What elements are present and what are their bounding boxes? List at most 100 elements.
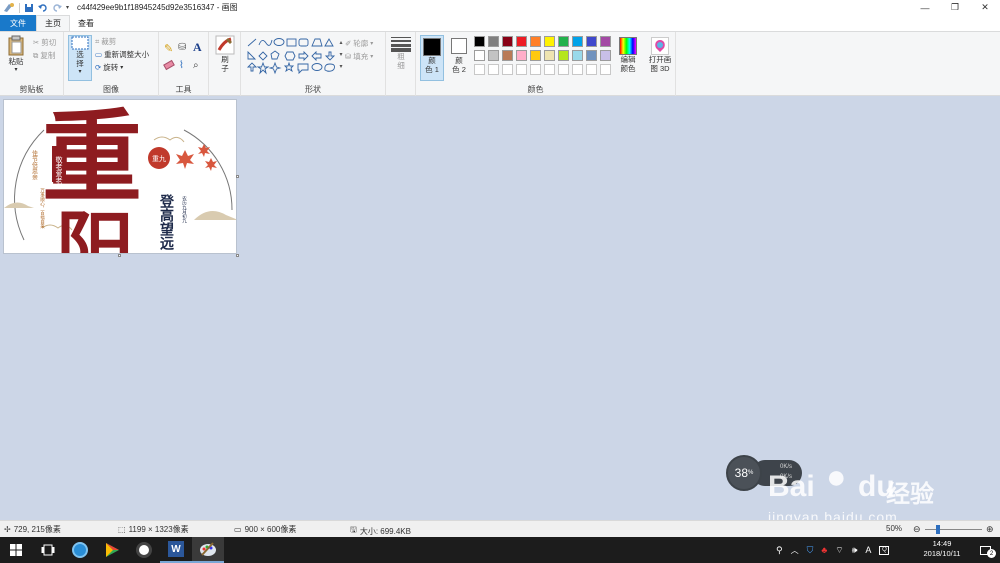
magnifier-tool[interactable]: ⌕ bbox=[193, 60, 199, 71]
start-button[interactable] bbox=[0, 537, 32, 563]
shapes-scroll[interactable]: ▴ ▾ ▾ bbox=[338, 37, 344, 77]
taskbar-app-chrome[interactable] bbox=[128, 537, 160, 563]
taskbar-clock[interactable]: 14:49 2018/10/11 bbox=[912, 539, 972, 559]
select-button[interactable]: 选 择 ▾ bbox=[68, 35, 92, 81]
taskbar-app-player[interactable] bbox=[96, 537, 128, 563]
zoom-slider-thumb[interactable] bbox=[936, 525, 940, 534]
canvas-image[interactable]: 重 阳 敬老爱老 重九 佳节倍思亲 万事顺心，百福自来 登高望远 农历九月初九 bbox=[3, 99, 237, 254]
palette-swatch[interactable] bbox=[586, 36, 597, 47]
security-shield-icon[interactable]: ⛉ bbox=[807, 545, 814, 556]
crop-button[interactable]: ⌗ 裁剪 bbox=[95, 36, 116, 47]
brushes-button[interactable]: 刷 子 bbox=[213, 35, 237, 73]
outline-dropdown-icon: ▾ bbox=[370, 41, 374, 47]
palette-swatch[interactable] bbox=[544, 64, 555, 75]
task-view-button[interactable] bbox=[32, 537, 64, 563]
palette-swatch[interactable] bbox=[600, 64, 611, 75]
taskbar-app-paint[interactable] bbox=[192, 537, 224, 563]
palette-swatch[interactable] bbox=[516, 36, 527, 47]
palette-swatch[interactable] bbox=[474, 50, 485, 61]
volume-icon[interactable]: 🕪 bbox=[852, 545, 858, 556]
fill-button[interactable]: ⛁ 填充 ▾ bbox=[345, 51, 373, 62]
palette-swatch[interactable] bbox=[502, 50, 513, 61]
palette-swatch[interactable] bbox=[572, 36, 583, 47]
palette-swatch[interactable] bbox=[474, 36, 485, 47]
zoom-slider[interactable] bbox=[925, 525, 982, 534]
color-picker-tool[interactable]: ⌇ bbox=[179, 60, 184, 71]
cut-button[interactable]: ✂ 剪切 bbox=[33, 37, 56, 48]
tab-file[interactable]: 文件 bbox=[0, 15, 36, 31]
undo-icon[interactable] bbox=[38, 2, 48, 14]
eraser-icon bbox=[163, 59, 175, 71]
taskbar-app-browser[interactable] bbox=[64, 537, 96, 563]
redo-icon[interactable] bbox=[52, 2, 62, 14]
paint-app-icon[interactable] bbox=[3, 2, 15, 14]
eraser-tool[interactable] bbox=[163, 59, 175, 71]
paint-bucket-icon: ⛁ bbox=[178, 42, 187, 53]
text-tool[interactable]: A bbox=[193, 40, 202, 55]
palette-swatch[interactable] bbox=[488, 36, 499, 47]
palette-swatch[interactable] bbox=[516, 64, 527, 75]
resize-handle-corner[interactable] bbox=[236, 254, 239, 257]
pencil-tool[interactable]: ✎ bbox=[164, 42, 173, 55]
colors-group-label: 颜色 bbox=[527, 85, 544, 94]
palette-swatch[interactable] bbox=[558, 36, 569, 47]
palette-swatch[interactable] bbox=[488, 50, 499, 61]
palette-swatch[interactable] bbox=[516, 50, 527, 61]
taskbar-app-word[interactable]: W bbox=[160, 537, 192, 563]
notification-count: 2 bbox=[987, 549, 996, 558]
ime-indicator[interactable]: A bbox=[865, 545, 871, 555]
action-center-button[interactable]: 2 bbox=[972, 537, 998, 563]
outline-button[interactable]: ✐ 轮廓 ▾ bbox=[345, 38, 373, 49]
tab-view[interactable]: 查看 bbox=[70, 15, 102, 31]
palette-swatch[interactable] bbox=[572, 50, 583, 61]
edit-colors-button[interactable]: 编辑 颜色 bbox=[616, 35, 640, 73]
memory-usage-circle: 38% bbox=[726, 455, 762, 491]
people-icon[interactable]: ⚲ bbox=[776, 545, 783, 556]
color1-button[interactable]: 颜 色 1 bbox=[420, 35, 444, 81]
clock-date: 2018/10/11 bbox=[923, 549, 961, 558]
network-wifi-icon[interactable]: ⌔ bbox=[835, 545, 843, 556]
palette-swatch[interactable] bbox=[502, 64, 513, 75]
fill-tool[interactable]: ⛁ bbox=[178, 42, 186, 53]
palette-swatch[interactable] bbox=[572, 64, 583, 75]
palette-swatch[interactable] bbox=[544, 50, 555, 61]
palette-swatch[interactable] bbox=[530, 50, 541, 61]
paste-button[interactable]: 粘贴 ▾ bbox=[4, 35, 28, 75]
palette-swatch[interactable] bbox=[600, 50, 611, 61]
resize-handle-bottom[interactable] bbox=[118, 254, 121, 257]
paint3d-button[interactable]: 打开画 图 3D bbox=[646, 35, 674, 73]
palette-swatch[interactable] bbox=[488, 64, 499, 75]
palette-swatch[interactable] bbox=[544, 36, 555, 47]
palette-swatch[interactable] bbox=[530, 36, 541, 47]
resize-handle-right[interactable] bbox=[236, 175, 239, 178]
resize-button[interactable]: ▭ 重新调整大小 bbox=[95, 49, 149, 60]
tab-home[interactable]: 主页 bbox=[36, 15, 70, 31]
poster-seal: 重九 bbox=[152, 154, 166, 163]
palette-swatch[interactable] bbox=[600, 36, 611, 47]
copy-button[interactable]: ⧉ 复制 bbox=[33, 50, 55, 61]
palette-swatch[interactable] bbox=[530, 64, 541, 75]
app-tray-icon[interactable]: ♣ bbox=[821, 545, 827, 555]
rotate-button[interactable]: ⟳ 旋转 ▾ bbox=[95, 62, 123, 73]
palette-swatch[interactable] bbox=[586, 64, 597, 75]
palette-swatch[interactable] bbox=[586, 50, 597, 61]
zoom-out-button[interactable]: ⊖ bbox=[913, 524, 921, 535]
qa-separator bbox=[19, 2, 20, 13]
minimize-button[interactable]: — bbox=[910, 0, 940, 15]
maximize-button[interactable]: ❐ bbox=[940, 0, 970, 15]
keyboard-icon[interactable]: Q bbox=[879, 545, 890, 555]
palette-swatch[interactable] bbox=[502, 36, 513, 47]
palette-swatch[interactable] bbox=[558, 64, 569, 75]
customize-qa-chevron-icon[interactable]: ▾ bbox=[66, 2, 69, 14]
poster-stamp: 敬老爱老 bbox=[55, 155, 63, 184]
close-button[interactable]: ✕ bbox=[970, 0, 1000, 15]
save-icon[interactable] bbox=[24, 2, 34, 14]
shapes-gallery[interactable] bbox=[246, 37, 338, 77]
show-hidden-icons-chevron-icon[interactable]: ︿ bbox=[791, 545, 799, 556]
poster-left-vertical: 佳节倍思亲 bbox=[31, 149, 38, 180]
size-button[interactable]: 粗 细 bbox=[389, 36, 413, 70]
palette-swatch[interactable] bbox=[558, 50, 569, 61]
color2-button[interactable]: 颜 色 2 bbox=[447, 35, 471, 81]
palette-swatch[interactable] bbox=[474, 64, 485, 75]
zoom-in-button[interactable]: ⊕ bbox=[986, 524, 994, 535]
